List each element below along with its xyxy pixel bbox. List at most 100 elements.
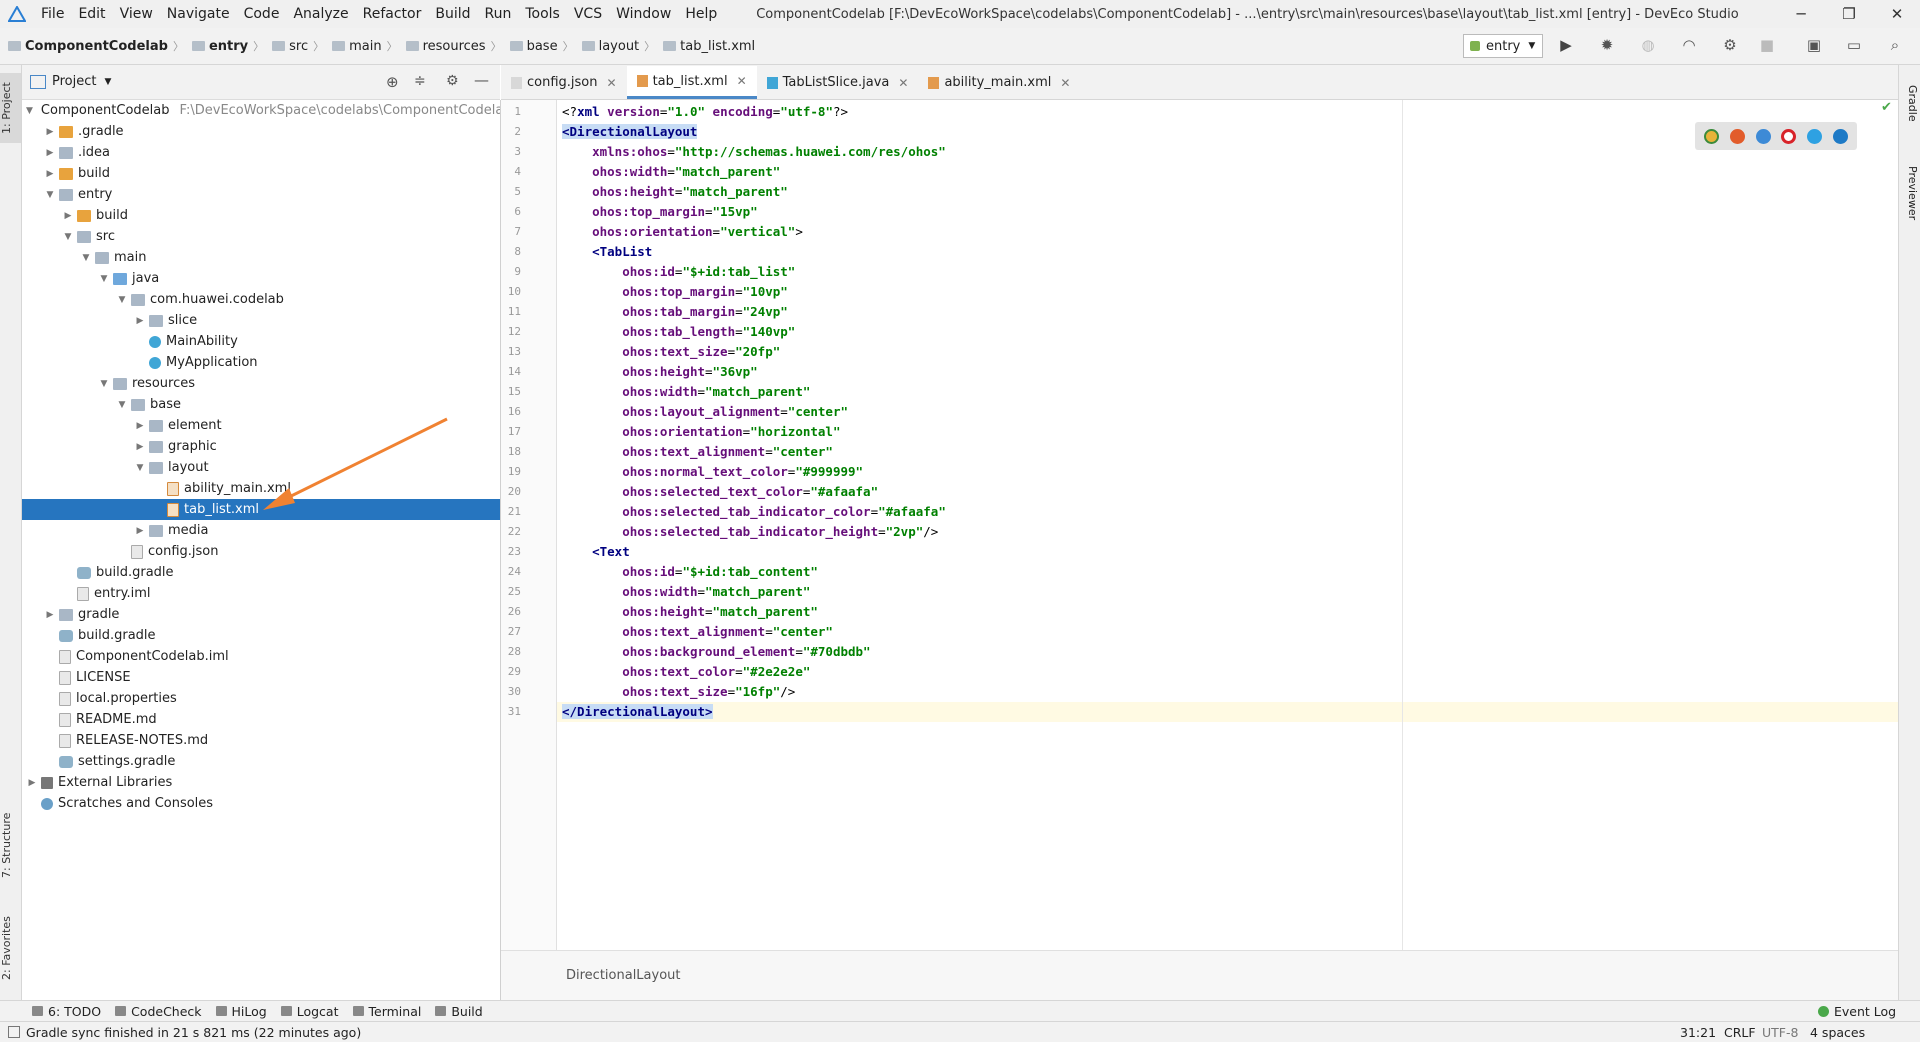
debug-icon[interactable]: ✹ <box>1596 34 1618 56</box>
tab-previewer-tool[interactable]: Previewer <box>1901 153 1919 233</box>
close-icon[interactable]: ✕ <box>607 76 617 90</box>
tree-item[interactable]: file README.md <box>22 709 500 730</box>
tool-6-todo[interactable]: 6: TODO <box>32 1004 101 1019</box>
tab-tablistslice-java[interactable]: java-class-icon TabListSlice.java ✕ <box>757 66 919 99</box>
collapsed-arrow-icon[interactable]: ▶ <box>134 442 146 452</box>
breadcrumb-item[interactable]: layout 〉 <box>574 38 655 54</box>
expanded-arrow-icon[interactable]: ▼ <box>134 463 146 473</box>
breadcrumb-item[interactable]: src 〉 <box>264 38 324 54</box>
tree-item[interactable]: ▶lib External Libraries <box>22 772 500 793</box>
collapsed-arrow-icon[interactable]: ▶ <box>44 148 56 158</box>
minimize-icon[interactable]: ─ <box>1778 0 1824 28</box>
tree-item[interactable]: file config.json <box>22 541 500 562</box>
menu-analyze[interactable]: Analyze <box>286 0 355 28</box>
tree-item[interactable]: ▶folder-gray slice <box>22 310 500 331</box>
expanded-arrow-icon[interactable]: ▼ <box>26 106 33 116</box>
breadcrumb-item[interactable]: entry 〉 <box>184 38 264 54</box>
tab-ability_main-xml[interactable]: xml-file-icon ability_main.xml ✕ <box>918 66 1080 99</box>
event-log-button[interactable]: Event Log <box>1818 1004 1896 1019</box>
tree-item[interactable]: ▶folder-orange build <box>22 163 500 184</box>
gear-icon[interactable]: ⚙ <box>446 73 459 89</box>
tree-item[interactable]: ▼folder-gray com.huawei.codelab <box>22 289 500 310</box>
menu-window[interactable]: Window <box>609 0 678 28</box>
tool-terminal[interactable]: Terminal <box>352 1004 421 1019</box>
safari-icon[interactable] <box>1755 128 1771 144</box>
tab-structure-tool[interactable]: 7: Structure <box>0 805 21 885</box>
search-icon[interactable]: ⌕ <box>1884 34 1906 56</box>
collapsed-arrow-icon[interactable]: ▶ <box>134 421 146 431</box>
tree-item[interactable]: java-class MyApplication <box>22 352 500 373</box>
tree-item[interactable]: ▼folder-blue java <box>22 268 500 289</box>
status-toggle-icon[interactable] <box>8 1026 20 1038</box>
menu-refactor[interactable]: Refactor <box>356 0 429 28</box>
profiler-icon[interactable]: ◠ <box>1678 34 1700 56</box>
expanded-arrow-icon[interactable]: ▼ <box>62 232 74 242</box>
tree-item[interactable]: scratch Scratches and Consoles <box>22 793 500 814</box>
tool-logcat[interactable]: Logcat <box>280 1004 339 1019</box>
collapsed-arrow-icon[interactable]: ▶ <box>26 778 38 788</box>
tree-item[interactable]: ▶folder-gray .idea <box>22 142 500 163</box>
tree-item[interactable]: gradle build.gradle <box>22 562 500 583</box>
close-window-icon[interactable]: ✕ <box>1874 0 1920 28</box>
file-encoding[interactable]: UTF-8 <box>1762 1025 1798 1040</box>
run-config-select[interactable]: entry ▼ <box>1463 34 1543 58</box>
menu-edit[interactable]: Edit <box>71 0 112 28</box>
tree-item[interactable]: ▼folder-grayComponentCodelabF:\DevEcoWor… <box>22 100 500 121</box>
opera-icon[interactable] <box>1781 128 1797 144</box>
expanded-arrow-icon[interactable]: ▼ <box>116 400 128 410</box>
tree-item[interactable]: file entry.iml <box>22 583 500 604</box>
project-view-select[interactable]: Project ▼ <box>30 74 111 89</box>
tree-item[interactable]: ▶folder-gray gradle <box>22 604 500 625</box>
tree-item[interactable]: gradle build.gradle <box>22 625 500 646</box>
tree-item[interactable]: file RELEASE-NOTES.md <box>22 730 500 751</box>
tree-item[interactable]: file LICENSE <box>22 667 500 688</box>
collapsed-arrow-icon[interactable]: ▶ <box>134 316 146 326</box>
sync-icon[interactable]: ⚙ <box>1719 34 1741 56</box>
breadcrumb-item[interactable]: resources 〉 <box>398 38 502 54</box>
tab-config-json[interactable]: json-file-icon config.json ✕ <box>501 66 627 99</box>
attach-debugger-icon[interactable]: ◍ <box>1637 34 1659 56</box>
tree-item[interactable]: ▼folder-gray resources <box>22 373 500 394</box>
menu-help[interactable]: Help <box>678 0 724 28</box>
tree-item[interactable]: gradle settings.gradle <box>22 751 500 772</box>
tool-hilog[interactable]: HiLog <box>215 1004 267 1019</box>
breadcrumb-item[interactable]: main 〉 <box>324 38 398 54</box>
expanded-arrow-icon[interactable]: ▼ <box>80 253 92 263</box>
hide-panel-icon[interactable]: — <box>474 71 489 89</box>
tree-item[interactable]: java-class MainAbility <box>22 331 500 352</box>
collapsed-arrow-icon[interactable]: ▶ <box>134 526 146 536</box>
expanded-arrow-icon[interactable]: ▼ <box>44 190 56 200</box>
menu-file[interactable]: File <box>34 0 71 28</box>
locate-icon[interactable]: ⊕ <box>386 73 399 91</box>
tree-item[interactable]: file local.properties <box>22 688 500 709</box>
collapsed-arrow-icon[interactable]: ▶ <box>44 169 56 179</box>
code-editor[interactable]: <?xml version="1.0" encoding="utf-8"?> <D… <box>557 100 1903 950</box>
menu-vcs[interactable]: VCS <box>567 0 609 28</box>
maximize-icon[interactable]: ❐ <box>1826 0 1872 28</box>
tree-item[interactable]: ▶folder-orange build <box>22 205 500 226</box>
close-icon[interactable]: ✕ <box>898 76 908 90</box>
firefox-icon[interactable] <box>1729 128 1745 144</box>
tree-item[interactable]: ▶folder-orange .gradle <box>22 121 500 142</box>
close-icon[interactable]: ✕ <box>1060 76 1070 90</box>
menu-code[interactable]: Code <box>237 0 287 28</box>
tool-build[interactable]: Build <box>435 1004 483 1019</box>
tree-item[interactable]: ▼folder-gray base <box>22 394 500 415</box>
menu-tools[interactable]: Tools <box>518 0 567 28</box>
close-icon[interactable]: ✕ <box>737 74 747 88</box>
breadcrumb-item[interactable]: base 〉 <box>502 38 574 54</box>
editor-breadcrumb[interactable]: DirectionalLayout <box>566 968 681 983</box>
expanded-arrow-icon[interactable]: ▼ <box>98 379 110 389</box>
menu-build[interactable]: Build <box>428 0 477 28</box>
expanded-arrow-icon[interactable]: ▼ <box>98 274 110 284</box>
run-icon[interactable]: ▶ <box>1555 34 1577 56</box>
collapsed-arrow-icon[interactable]: ▶ <box>62 211 74 221</box>
breadcrumb-item[interactable]: ComponentCodelab 〉 <box>0 38 184 54</box>
tree-item[interactable]: ▼folder-gray src <box>22 226 500 247</box>
collapsed-arrow-icon[interactable]: ▶ <box>44 610 56 620</box>
inspection-ok-icon[interactable]: ✔ <box>1881 100 1892 115</box>
expanded-arrow-icon[interactable]: ▼ <box>116 295 128 305</box>
collapsed-arrow-icon[interactable]: ▶ <box>44 127 56 137</box>
indent-setting[interactable]: 4 spaces <box>1810 1025 1865 1040</box>
tree-item[interactable]: ▶folder-gray media <box>22 520 500 541</box>
